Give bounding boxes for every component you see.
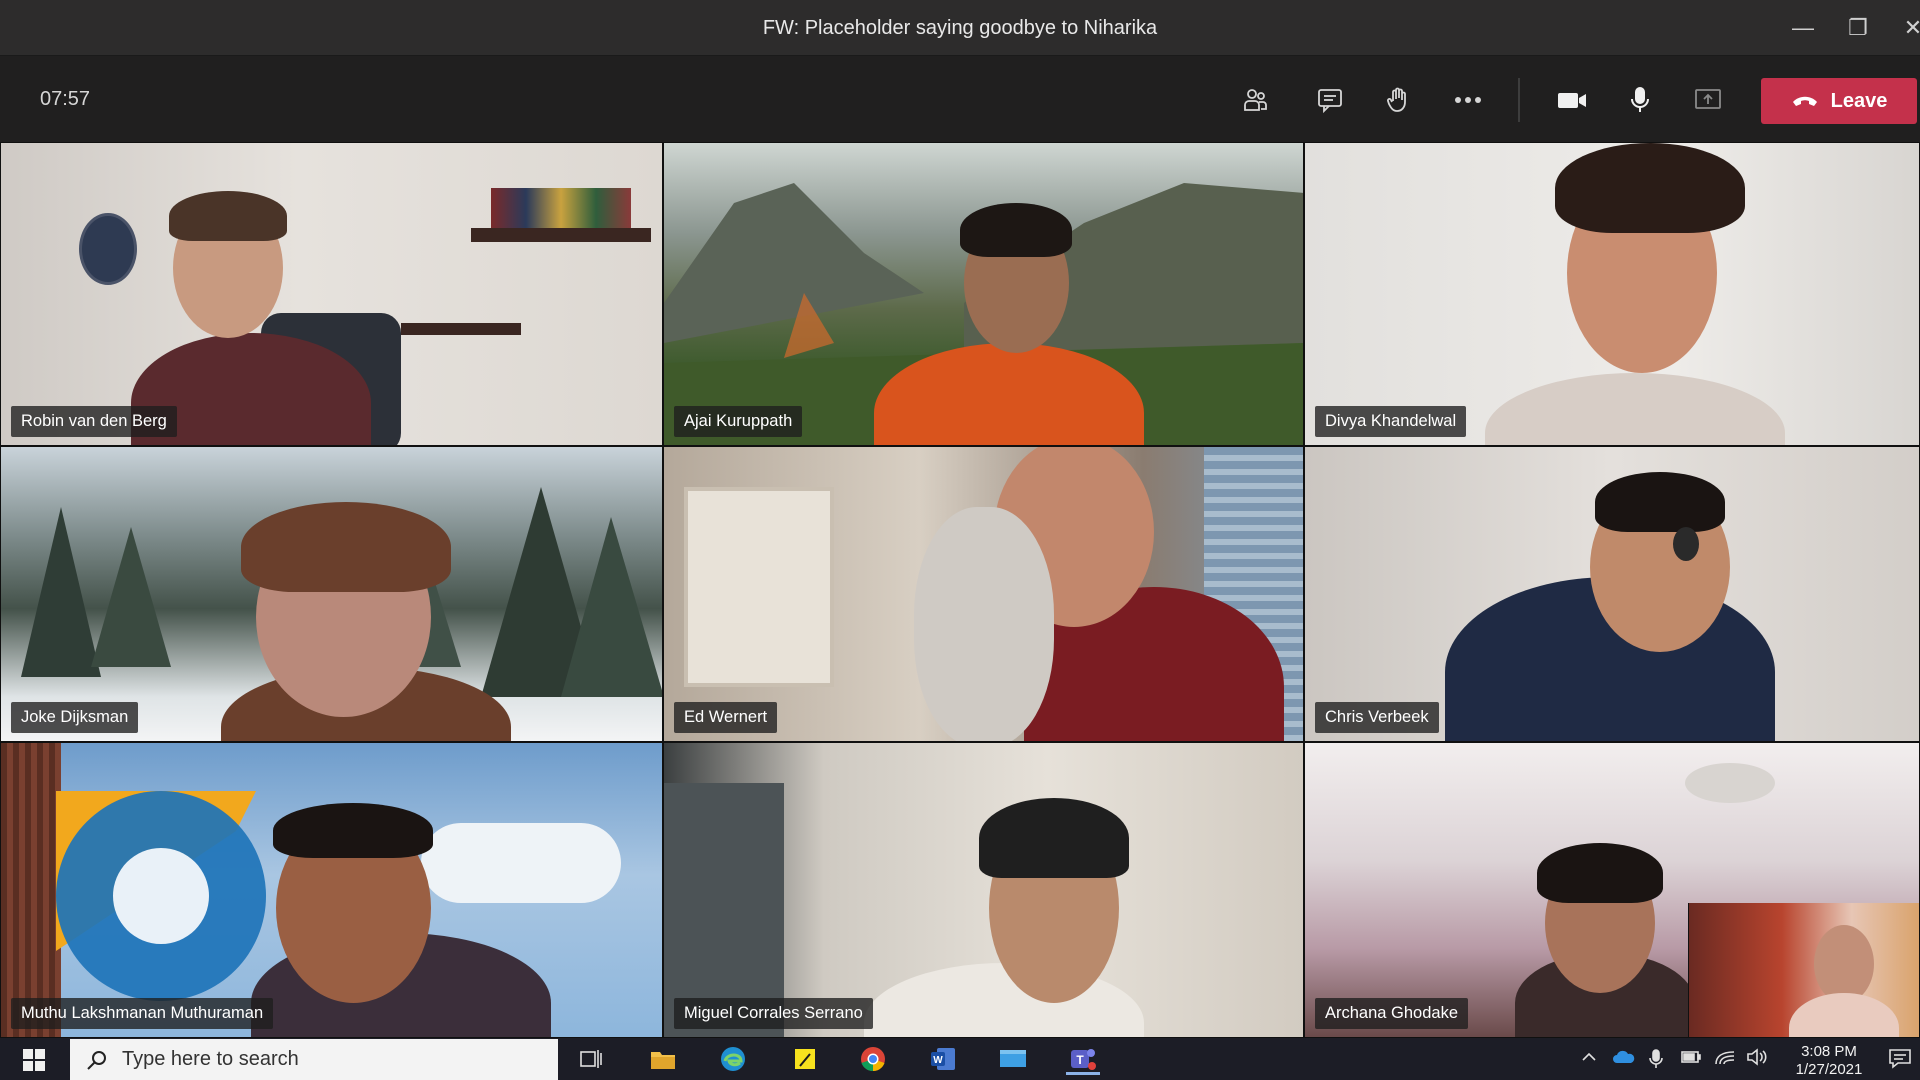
- teams-icon[interactable]: T: [1066, 1043, 1100, 1075]
- person-body: [1789, 993, 1899, 1037]
- wifi-icon[interactable]: [1714, 1048, 1736, 1069]
- word-icon[interactable]: W: [926, 1043, 960, 1075]
- wall-shelf: [471, 228, 651, 242]
- bookcase: [684, 487, 834, 687]
- window-title: FW: Placeholder saying goodbye to Nihari…: [762, 17, 1158, 39]
- participant-name: Divya Khandelwal: [1315, 406, 1467, 437]
- plain-wall-background: [1305, 143, 1919, 445]
- video-tile[interactable]: Miguel Corrales Serrano: [663, 742, 1304, 1038]
- taskbar-search-box[interactable]: Type here to search: [70, 1039, 558, 1080]
- title-bar: FW: Placeholder saying goodbye to Nihari…: [0, 0, 1920, 56]
- start-button[interactable]: [14, 1044, 54, 1076]
- person-hair: [169, 191, 287, 241]
- self-view-preview[interactable]: [1688, 903, 1919, 1037]
- person-body: [1485, 373, 1785, 445]
- headset-icon: [1673, 527, 1699, 561]
- camera-icon[interactable]: [1550, 78, 1594, 122]
- show-hidden-icons[interactable]: [1580, 1048, 1598, 1069]
- chat-icon[interactable]: [1308, 78, 1352, 122]
- windows-logo-icon: [23, 1049, 45, 1071]
- video-tile[interactable]: Archana Ghodake: [1304, 742, 1920, 1038]
- video-tile[interactable]: Divya Khandelwal: [1304, 142, 1920, 446]
- task-view-icon[interactable]: [574, 1043, 608, 1075]
- microphone-icon[interactable]: [1618, 78, 1662, 122]
- leave-button-label: Leave: [1830, 89, 1888, 112]
- cloud: [421, 823, 621, 903]
- app-logo-icon: [56, 791, 266, 1001]
- baseball-cap: [979, 798, 1129, 878]
- apartment-background: [664, 743, 1303, 1037]
- snowy-forest-background: [1, 447, 662, 741]
- more-options-icon[interactable]: [1446, 78, 1490, 122]
- person-hair: [241, 502, 451, 592]
- participant-name: Miguel Corrales Serrano: [674, 998, 873, 1029]
- wall-clock: [79, 213, 137, 285]
- person-hair: [960, 203, 1072, 257]
- participant-name: Muthu Lakshmanan Muthuraman: [11, 998, 274, 1029]
- sticky-notes-icon[interactable]: [788, 1043, 822, 1075]
- person-head: [1814, 925, 1874, 1003]
- person-hair: [273, 803, 433, 858]
- search-placeholder: Type here to search: [122, 1048, 299, 1070]
- close-button[interactable]: ✕: [1893, 10, 1920, 46]
- meeting-toolbar: 07:57 Leave: [0, 56, 1920, 142]
- maximize-button[interactable]: ❐: [1838, 10, 1878, 46]
- chrome-icon[interactable]: [856, 1043, 890, 1075]
- participants-icon[interactable]: [1234, 78, 1278, 122]
- volume-icon[interactable]: [1746, 1048, 1768, 1069]
- participant-name: Archana Ghodake: [1315, 998, 1469, 1029]
- share-screen-icon[interactable]: [1686, 78, 1730, 122]
- office-background: [1, 143, 662, 445]
- notifications-icon[interactable]: [1888, 1047, 1912, 1072]
- mountain-background: [664, 143, 1303, 445]
- participant-name: Ajai Kuruppath: [674, 406, 803, 437]
- participant-name: Robin van den Berg: [11, 406, 177, 437]
- person-hair: [1555, 143, 1745, 233]
- taskbar-clock[interactable]: 3:08 PM 1/27/2021: [1774, 1043, 1884, 1079]
- minimize-button[interactable]: —: [1783, 10, 1823, 46]
- meeting-timer: 07:57: [40, 88, 91, 110]
- sky-background: [1, 743, 662, 1037]
- clock-date: 1/27/2021: [1795, 1061, 1863, 1078]
- plain-wall-background: [1305, 447, 1919, 741]
- video-tile[interactable]: Robin van den Berg: [0, 142, 663, 446]
- room-background: [664, 447, 1303, 741]
- microphone-in-use-icon[interactable]: [1648, 1048, 1664, 1073]
- video-tile[interactable]: Muthu Lakshmanan Muthuraman: [0, 742, 663, 1038]
- video-grid: Robin van den Berg Ajai Kuruppath Divya …: [0, 142, 1920, 1038]
- svg-text:W: W: [933, 1055, 943, 1066]
- leave-button[interactable]: Leave: [1761, 78, 1917, 124]
- video-tile[interactable]: Chris Verbeek: [1304, 446, 1920, 742]
- file-explorer-icon[interactable]: [646, 1043, 680, 1075]
- books: [491, 188, 631, 228]
- person-body: [864, 963, 1144, 1037]
- person-hair: [1537, 843, 1663, 903]
- toolbar-divider: [1518, 78, 1520, 122]
- clock-time: 3:08 PM: [1801, 1043, 1857, 1060]
- svg-text:T: T: [1076, 1053, 1084, 1067]
- hang-up-icon: [1792, 96, 1817, 106]
- participant-name: Joke Dijksman: [11, 702, 139, 733]
- video-tile[interactable]: Ed Wernert: [663, 446, 1304, 742]
- participant-name: Chris Verbeek: [1315, 702, 1439, 733]
- raise-hand-icon[interactable]: [1376, 78, 1420, 122]
- cat: [914, 507, 1054, 741]
- search-icon: [87, 1050, 106, 1070]
- video-tile[interactable]: Joke Dijksman: [0, 446, 663, 742]
- ceiling-light: [1685, 763, 1775, 803]
- teams-meeting-window: FW: Placeholder saying goodbye to Nihari…: [0, 0, 1920, 1080]
- lower-shelf: [401, 323, 521, 335]
- battery-icon[interactable]: [1680, 1048, 1702, 1069]
- onedrive-icon[interactable]: [1612, 1048, 1636, 1069]
- person-hair: [1595, 472, 1725, 532]
- edge-icon[interactable]: [716, 1043, 750, 1075]
- desktop-app-icon[interactable]: [996, 1043, 1030, 1075]
- windows-taskbar: Type here to search W T 3:08 PM 1/27/202…: [0, 1038, 1920, 1080]
- participant-name: Ed Wernert: [674, 702, 778, 733]
- video-tile[interactable]: Ajai Kuruppath: [663, 142, 1304, 446]
